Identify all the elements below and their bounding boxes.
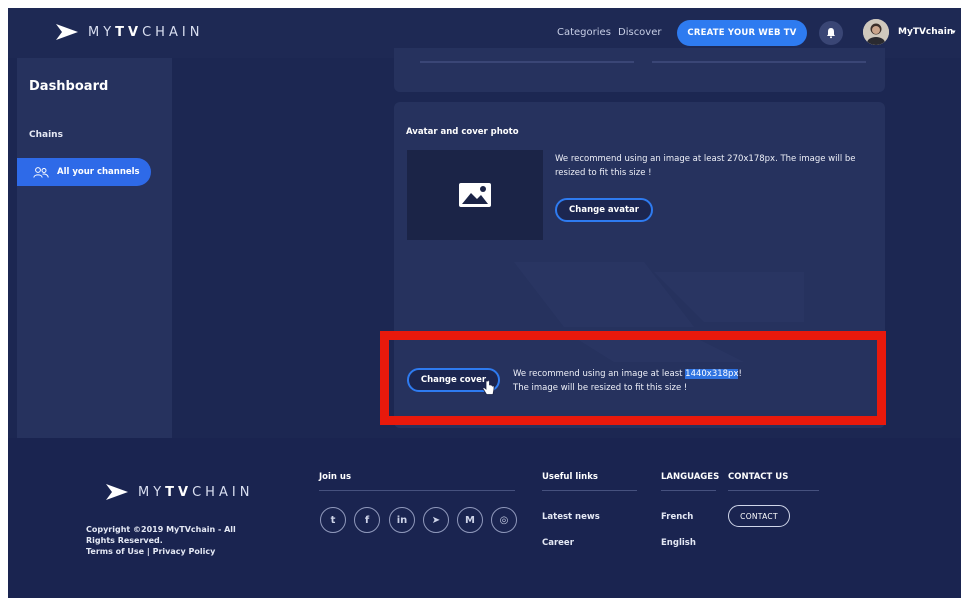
avatar-preview xyxy=(407,150,543,240)
image-placeholder-icon xyxy=(459,183,491,207)
site-logo[interactable]: MYTVCHAIN xyxy=(56,24,203,40)
sidebar-item-all-channels[interactable]: All your channels xyxy=(17,158,151,186)
copyright-text: Copyright ©2019 MyTVchain - All Rights R… xyxy=(86,525,236,545)
user-avatar[interactable] xyxy=(863,19,889,45)
languages-heading: LANGUAGES xyxy=(661,472,720,482)
avatar-size-hint: We recommend using an image at least 270… xyxy=(555,154,856,178)
input-underline xyxy=(420,61,634,63)
previous-form-section xyxy=(394,48,885,92)
facebook-icon[interactable]: f xyxy=(354,507,380,533)
join-us-heading: Join us xyxy=(319,472,352,482)
browser-viewport: MYTVCHAIN Categories Discover CREATE YOU… xyxy=(8,8,961,598)
annotation-highlight-box xyxy=(380,331,886,425)
privacy-link[interactable]: Privacy Policy xyxy=(153,547,216,556)
medium-icon[interactable]: M xyxy=(457,507,483,533)
sidebar-item-label: All your channels xyxy=(57,167,140,177)
footer-divider xyxy=(319,490,515,491)
username-label[interactable]: MyTVchain xyxy=(898,27,953,37)
telegram-icon[interactable]: ➤ xyxy=(423,507,449,533)
twitter-icon[interactable]: t xyxy=(320,507,346,533)
users-icon xyxy=(33,166,49,178)
useful-links-heading: Useful links xyxy=(542,472,598,482)
terms-link[interactable]: Terms of Use xyxy=(86,547,144,556)
logo-mark-icon xyxy=(106,484,128,500)
site-footer: MYTVCHAIN Copyright ©2019 MyTVchain - Al… xyxy=(8,438,961,598)
linkedin-icon[interactable]: in xyxy=(389,507,415,533)
chevron-down-icon[interactable]: ▾ xyxy=(952,28,956,36)
footer-divider xyxy=(661,490,716,491)
nav-categories-link[interactable]: Categories xyxy=(557,27,611,38)
career-link[interactable]: Career xyxy=(542,538,574,548)
logo-wordmark: MYTVCHAIN xyxy=(138,484,254,500)
user-photo-icon xyxy=(863,19,889,45)
change-avatar-button[interactable]: Change avatar xyxy=(555,198,653,222)
nav-discover-link[interactable]: Discover xyxy=(618,27,662,38)
notifications-button[interactable] xyxy=(819,21,843,45)
sidebar-item-chains[interactable]: Chains xyxy=(29,130,63,140)
link-separator: | xyxy=(146,547,150,556)
logo-mark-icon xyxy=(56,24,78,40)
input-underline xyxy=(652,61,866,63)
create-web-tv-button[interactable]: CREATE YOUR WEB TV xyxy=(677,20,807,46)
footer-divider xyxy=(542,490,637,491)
footer-logo[interactable]: MYTVCHAIN xyxy=(106,484,253,500)
bell-icon xyxy=(827,28,835,39)
instagram-icon[interactable]: ◎ xyxy=(491,507,517,533)
language-english-link[interactable]: English xyxy=(661,538,696,548)
copyright-block: Copyright ©2019 MyTVchain - All Rights R… xyxy=(86,524,266,557)
language-french-link[interactable]: French xyxy=(661,512,693,522)
logo-wordmark: MYTVCHAIN xyxy=(88,24,204,40)
dashboard-sidebar: Dashboard Chains All your channels xyxy=(17,58,172,438)
panel-title: Avatar and cover photo xyxy=(406,127,519,137)
latest-news-link[interactable]: Latest news xyxy=(542,512,600,522)
sidebar-title: Dashboard xyxy=(29,79,109,94)
contact-us-heading: CONTACT US xyxy=(728,472,789,482)
contact-button[interactable]: CONTACT xyxy=(728,505,790,527)
footer-divider xyxy=(728,490,819,491)
